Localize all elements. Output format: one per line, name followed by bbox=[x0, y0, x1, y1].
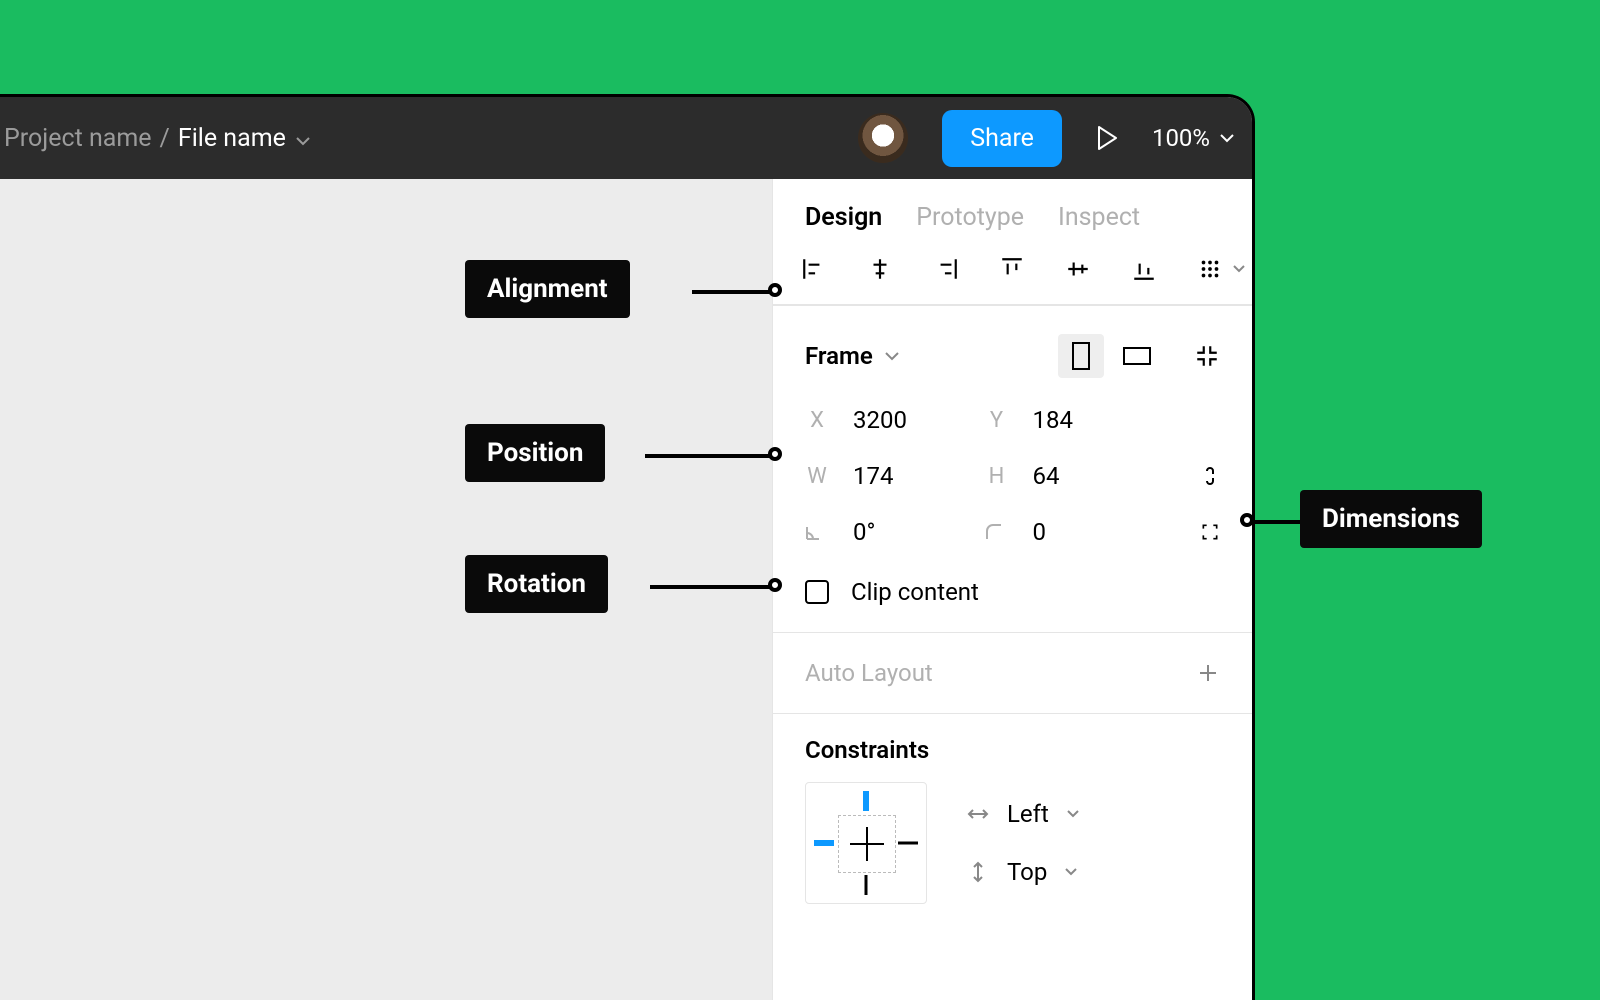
panel-tabs: Design Prototype Inspect bbox=[773, 179, 1252, 254]
callout-dimensions: Dimensions bbox=[1300, 490, 1482, 548]
align-top-icon[interactable] bbox=[999, 256, 1025, 282]
link-dimensions-icon[interactable] bbox=[1200, 462, 1220, 490]
vertical-arrows-icon bbox=[967, 861, 989, 883]
zoom-control[interactable]: 100% bbox=[1152, 124, 1234, 152]
tab-design[interactable]: Design bbox=[805, 203, 882, 232]
rotation-value: 0° bbox=[853, 518, 875, 546]
orientation-group bbox=[1058, 334, 1160, 378]
auto-layout-section: Auto Layout bbox=[773, 632, 1252, 713]
callout-line bbox=[1250, 520, 1300, 524]
y-value: 184 bbox=[1033, 406, 1073, 434]
constraints-diagram[interactable] bbox=[805, 782, 927, 904]
zoom-value: 100% bbox=[1152, 124, 1210, 152]
angle-icon bbox=[805, 523, 829, 541]
file-name-crumb[interactable]: File name bbox=[178, 124, 310, 153]
independent-corners-icon[interactable] bbox=[1200, 518, 1220, 546]
align-right-icon[interactable] bbox=[933, 256, 959, 282]
chevron-down-icon bbox=[1067, 810, 1079, 818]
corner-radius-icon bbox=[985, 523, 1009, 541]
alignment-row bbox=[773, 254, 1252, 305]
align-hcenter-icon[interactable] bbox=[867, 256, 893, 282]
callout-dot bbox=[1240, 513, 1254, 527]
clip-content-row[interactable]: Clip content bbox=[773, 554, 1252, 632]
callout-dot bbox=[768, 283, 782, 297]
plus-icon[interactable] bbox=[1196, 661, 1220, 685]
callout-line bbox=[692, 290, 772, 294]
w-key: W bbox=[805, 464, 829, 489]
app-window: Project name / File name Share 100% Desi… bbox=[0, 94, 1255, 1000]
constraints-section: Constraints Left bbox=[773, 713, 1252, 926]
distribute-control[interactable] bbox=[1197, 256, 1245, 282]
constraint-vertical-select[interactable]: Top bbox=[967, 858, 1079, 886]
chevron-down-icon bbox=[1233, 265, 1245, 273]
chevron-down-icon bbox=[1220, 133, 1234, 143]
clip-content-label: Clip content bbox=[851, 578, 979, 606]
horizontal-arrows-icon bbox=[967, 803, 989, 825]
h-value: 64 bbox=[1033, 462, 1060, 490]
checkbox-icon[interactable] bbox=[805, 580, 829, 604]
design-panel: Design Prototype Inspect Frame bbox=[772, 179, 1252, 1000]
callout-dot bbox=[768, 578, 782, 592]
w-value: 174 bbox=[853, 462, 893, 490]
callout-rotation: Rotation bbox=[465, 555, 608, 613]
align-vcenter-icon[interactable] bbox=[1065, 256, 1091, 282]
constraint-h-value: Left bbox=[1007, 800, 1049, 828]
callout-alignment: Alignment bbox=[465, 260, 630, 318]
avatar[interactable] bbox=[858, 113, 908, 163]
constraint-v-value: Top bbox=[1007, 858, 1047, 886]
position-grid: X 3200 Y 184 W 174 H 64 bbox=[773, 396, 1252, 554]
tab-prototype[interactable]: Prototype bbox=[916, 203, 1024, 232]
auto-layout-label: Auto Layout bbox=[805, 659, 933, 687]
constraint-tick-left bbox=[814, 840, 834, 846]
tab-inspect[interactable]: Inspect bbox=[1058, 203, 1140, 232]
constraints-title: Constraints bbox=[805, 736, 1220, 782]
project-name-crumb[interactable]: Project name bbox=[4, 124, 152, 153]
share-button[interactable]: Share bbox=[942, 110, 1062, 167]
height-field[interactable]: H 64 bbox=[985, 462, 1165, 490]
portrait-button[interactable] bbox=[1058, 334, 1104, 378]
x-field[interactable]: X 3200 bbox=[805, 406, 985, 434]
file-name-label: File name bbox=[178, 124, 286, 153]
x-key: X bbox=[805, 408, 829, 433]
constraint-tick-bottom bbox=[865, 875, 868, 895]
rotation-field[interactable]: 0° bbox=[805, 518, 985, 546]
topbar-right: Share 100% bbox=[858, 110, 1234, 167]
align-bottom-icon[interactable] bbox=[1131, 256, 1157, 282]
chevron-down-icon[interactable] bbox=[296, 124, 310, 153]
width-field[interactable]: W 174 bbox=[805, 462, 985, 490]
constraints-selects: Left Top bbox=[967, 800, 1079, 886]
h-key: H bbox=[985, 464, 1009, 489]
topbar: Project name / File name Share 100% bbox=[0, 97, 1252, 179]
callout-dot bbox=[768, 447, 782, 461]
constraints-inner-box bbox=[838, 815, 896, 873]
resize-to-fit-icon[interactable] bbox=[1194, 343, 1220, 369]
play-icon[interactable] bbox=[1096, 125, 1118, 151]
x-value: 3200 bbox=[853, 406, 907, 434]
callout-line bbox=[645, 454, 772, 458]
frame-section: Frame X 3200 bbox=[773, 305, 1252, 632]
breadcrumb: Project name / File name bbox=[0, 124, 310, 153]
constraint-horizontal-select[interactable]: Left bbox=[967, 800, 1079, 828]
y-key: Y bbox=[985, 408, 1009, 433]
frame-type-dropdown[interactable]: Frame bbox=[805, 342, 899, 370]
constraint-tick-right bbox=[898, 842, 918, 845]
callout-position: Position bbox=[465, 424, 605, 482]
landscape-button[interactable] bbox=[1114, 334, 1160, 378]
chevron-down-icon bbox=[885, 351, 899, 361]
constraint-tick-top bbox=[863, 791, 869, 811]
breadcrumb-separator: / bbox=[160, 124, 170, 153]
chevron-down-icon bbox=[1065, 868, 1077, 876]
callout-line bbox=[650, 585, 772, 589]
corner-radius-field[interactable]: 0 bbox=[985, 518, 1165, 546]
distribute-icon bbox=[1197, 256, 1223, 282]
y-field[interactable]: Y 184 bbox=[985, 406, 1165, 434]
corner-radius-value: 0 bbox=[1033, 518, 1047, 546]
frame-label: Frame bbox=[805, 342, 873, 370]
align-left-icon[interactable] bbox=[801, 256, 827, 282]
